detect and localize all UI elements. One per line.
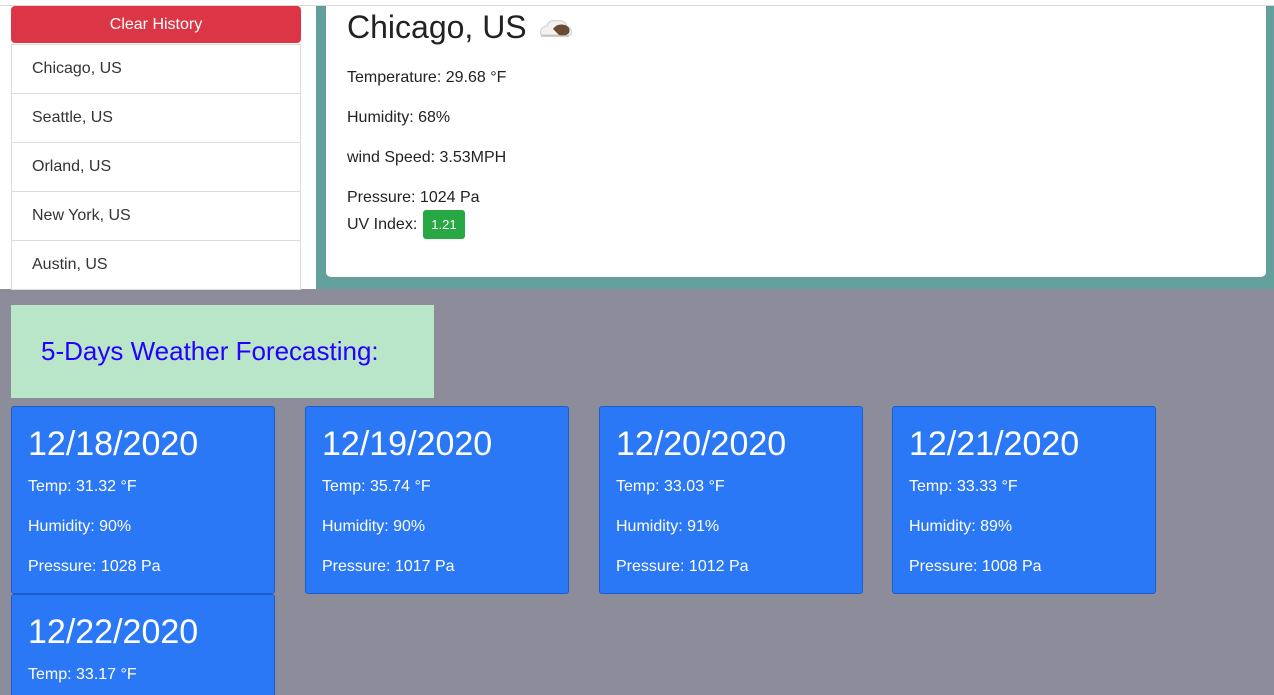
uv-index-badge: 1.21 xyxy=(423,210,465,239)
forecast-card: 12/21/2020 Temp: 33.33 °F Humidity: 89% … xyxy=(892,406,1156,594)
history-item-austin[interactable]: Austin, US xyxy=(12,241,300,290)
forecast-temp: Temp: 31.32 °F xyxy=(28,478,137,495)
forecast-card: 12/22/2020 Temp: 33.17 °F xyxy=(11,594,275,695)
current-wind-speed: wind Speed: 3.53MPH xyxy=(347,149,507,166)
forecast-date: 12/18/2020 xyxy=(28,425,199,463)
forecast-humidity: Humidity: 90% xyxy=(28,518,132,535)
city-title: Chicago, US xyxy=(347,9,575,46)
forecast-card: 12/18/2020 Temp: 31.32 °F Humidity: 90% … xyxy=(11,406,275,594)
forecast-humidity: Humidity: 90% xyxy=(322,518,426,535)
forecast-pressure: Pressure: 1008 Pa xyxy=(909,558,1042,575)
forecast-heading-box: 5-Days Weather Forecasting: xyxy=(11,305,434,398)
uv-index-label: UV Index: xyxy=(347,215,418,233)
forecast-temp: Temp: 33.03 °F xyxy=(616,478,725,495)
forecast-temp: Temp: 33.17 °F xyxy=(28,666,137,683)
history-item-new-york[interactable]: New York, US xyxy=(12,192,300,241)
forecast-pressure: Pressure: 1017 Pa xyxy=(322,558,455,575)
forecast-humidity: Humidity: 89% xyxy=(909,518,1013,535)
history-item-chicago[interactable]: Chicago, US xyxy=(12,45,300,94)
history-item-orland[interactable]: Orland, US xyxy=(12,143,300,192)
uv-index-row: UV Index: 1.21 xyxy=(347,210,465,239)
current-humidity: Humidity: 68% xyxy=(347,109,451,126)
current-temperature: Temperature: 29.68 °F xyxy=(347,69,507,86)
forecast-date: 12/20/2020 xyxy=(616,425,787,463)
forecast-date: 12/19/2020 xyxy=(322,425,493,463)
forecast-date: 12/21/2020 xyxy=(909,425,1080,463)
search-history-list: Chicago, US Seattle, US Orland, US New Y… xyxy=(11,44,301,290)
current-weather-card: Chicago, US Temperature: 29.68 °F Humidi… xyxy=(326,6,1266,277)
forecast-card: 12/20/2020 Temp: 33.03 °F Humidity: 91% … xyxy=(599,406,863,594)
forecast-pressure: Pressure: 1012 Pa xyxy=(616,558,749,575)
forecast-temp: Temp: 35.74 °F xyxy=(322,478,431,495)
forecast-temp: Temp: 33.33 °F xyxy=(909,478,1018,495)
current-pressure: Pressure: 1024 Pa xyxy=(347,189,480,206)
forecast-heading: 5-Days Weather Forecasting: xyxy=(41,336,379,366)
history-item-seattle[interactable]: Seattle, US xyxy=(12,94,300,143)
cloud-sun-icon xyxy=(535,14,575,42)
forecast-pressure: Pressure: 1028 Pa xyxy=(28,558,161,575)
city-name: Chicago, US xyxy=(347,9,527,45)
forecast-card: 12/19/2020 Temp: 35.74 °F Humidity: 90% … xyxy=(305,406,569,594)
clear-history-button[interactable]: Clear History xyxy=(11,6,301,43)
forecast-humidity: Humidity: 91% xyxy=(616,518,720,535)
forecast-date: 12/22/2020 xyxy=(28,613,199,651)
